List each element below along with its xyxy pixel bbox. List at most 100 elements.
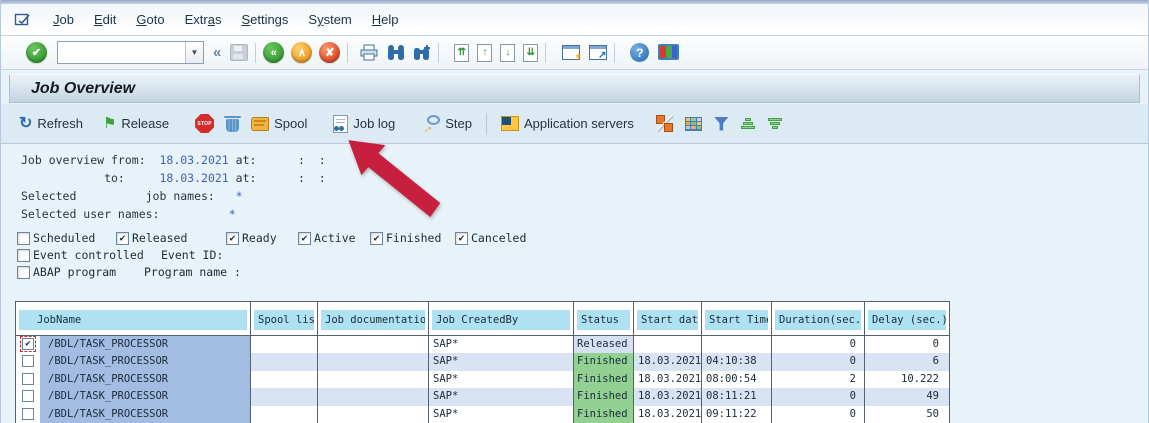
cell-delay: 50 [865,406,949,423]
check-icon: ✔ [32,46,41,59]
job-name[interactable]: /BDL/TASK_PROCESSOR [40,406,250,423]
select-deselect-button[interactable] [650,112,679,135]
row-select-checkbox[interactable] [22,390,34,402]
last-page-button[interactable]: ⇊ [523,44,538,62]
command-dropdown-button[interactable]: ▼ [185,42,203,63]
canceled-checkbox[interactable] [455,232,468,245]
enter-button[interactable]: ✔ [26,42,47,63]
cell-duration: 0 [772,353,865,370]
released-checkbox[interactable] [116,232,129,245]
next-page-button[interactable]: ↓ [500,44,515,62]
finished-checkbox[interactable] [370,232,383,245]
cell-doc [318,406,429,423]
column-header[interactable]: Start Time [702,302,772,335]
status-badge: Finished [574,371,633,388]
row-select-checkbox[interactable] [22,408,34,420]
command-input[interactable] [58,42,185,63]
application-servers-button[interactable]: Application servers [495,113,640,134]
table-row: ✔/BDL/TASK_PROCESSORSAP*Released00 [16,336,949,353]
cell-spool [251,406,318,423]
column-header[interactable]: Duration(sec.) [772,302,865,335]
customize-layout-button[interactable] [658,44,679,60]
double-down-arrow-icon: ⇊ [527,48,535,58]
job-log-button[interactable]: Job log [327,112,401,136]
delete-job-button[interactable] [220,112,245,135]
menu-item-system[interactable]: System [299,9,360,30]
row-select-checkbox[interactable]: ✔ [22,338,34,350]
cell-created-by: SAP* [429,336,574,353]
step-icon: → [421,115,440,132]
standard-toolbar: ✔ ▼ « « ∧ ✘ ⇈ ↑ ↓ [1,36,1148,70]
program-name-label: Program name : [144,265,241,279]
column-header[interactable]: JobName [16,302,251,335]
layout-views-button[interactable] [679,114,708,134]
create-shortcut-button[interactable]: ↗ [589,45,607,60]
exit-button[interactable]: ∧ [291,42,312,63]
first-page-button[interactable]: ⇈ [454,44,469,62]
cell-doc [318,371,429,388]
release-button[interactable]: ⚑ Release [97,113,175,134]
menu-item-help[interactable]: Help [363,9,408,30]
back-button[interactable]: « [263,42,284,63]
sort-descending-icon [768,117,783,131]
find-next-button[interactable] [413,44,431,61]
status-badge: Finished [574,406,633,423]
column-header[interactable]: Spool list [251,302,318,335]
sort-ascending-button[interactable] [735,114,762,134]
cancel-button[interactable]: ✘ [319,42,340,63]
menu-item-extras[interactable]: Extras [176,9,231,30]
column-header[interactable]: Job CreatedBy [429,302,574,335]
menu-item-settings[interactable]: Settings [232,9,297,30]
column-header[interactable]: Status [574,302,634,335]
job-name[interactable]: /BDL/TASK_PROCESSOR [40,336,250,353]
column-header[interactable]: Delay (sec.) [865,302,949,335]
cell-spool [251,371,318,388]
command-field: ▼ [57,41,204,64]
filter-button[interactable] [708,114,735,134]
cell-start-date: 18.03.2021 [634,371,702,388]
abap-program-checkbox[interactable] [17,266,30,279]
event-controlled-checkbox[interactable] [17,249,30,262]
refresh-button[interactable]: ↻ Refresh [13,113,89,135]
menu-item-job[interactable]: Job [44,9,83,30]
sort-descending-button[interactable] [762,114,789,134]
cell-start-time [702,336,772,353]
print-button[interactable] [359,44,379,61]
cell-status: Released [574,336,634,353]
spool-button[interactable]: Spool [245,113,313,134]
back-icon: « [271,47,277,59]
collapse-command-icon[interactable]: « [213,44,221,61]
scheduled-checkbox[interactable] [17,232,30,245]
find-button[interactable] [387,44,405,61]
row-select-checkbox[interactable] [22,355,34,367]
previous-page-button[interactable]: ↑ [477,44,492,62]
date-to-value: 18.03.2021 [159,171,228,185]
column-header[interactable]: Start date [634,302,702,335]
help-button[interactable]: ? [630,43,649,62]
row-select-checkbox[interactable] [22,373,34,385]
job-table: JobNameSpool listJob documentationJob Cr… [15,301,950,423]
cell-jobname: /BDL/TASK_PROCESSOR [16,353,251,370]
job-name[interactable]: /BDL/TASK_PROCESSOR [40,353,250,370]
status-badge: Released [574,336,633,353]
table-row: /BDL/TASK_PROCESSORSAP*Finished18.03.202… [16,371,949,388]
double-up-arrow-icon: ⇈ [458,48,466,58]
job-name[interactable]: /BDL/TASK_PROCESSOR [40,388,250,405]
stop-job-button[interactable]: STOP [189,111,220,136]
job-name[interactable]: /BDL/TASK_PROCESSOR [40,371,250,388]
active-checkbox[interactable] [298,232,311,245]
status-badge: Finished [574,388,633,405]
northeast-arrow-icon: ↗ [598,51,606,61]
filter-abap-program: ABAP program [17,265,116,279]
menu-item-edit[interactable]: Edit [85,9,125,30]
new-session-button[interactable]: ✶ [562,45,580,60]
cell-created-by: SAP* [429,388,574,405]
menu-item-goto[interactable]: Goto [127,9,173,30]
column-header[interactable]: Job documentation [318,302,429,335]
ready-checkbox[interactable] [226,232,239,245]
save-button[interactable] [230,44,248,61]
page-title: Job Overview [31,80,135,98]
system-menu-icon[interactable] [14,12,32,28]
step-button[interactable]: → Step [415,112,478,135]
cell-duration: 0 [772,336,865,353]
